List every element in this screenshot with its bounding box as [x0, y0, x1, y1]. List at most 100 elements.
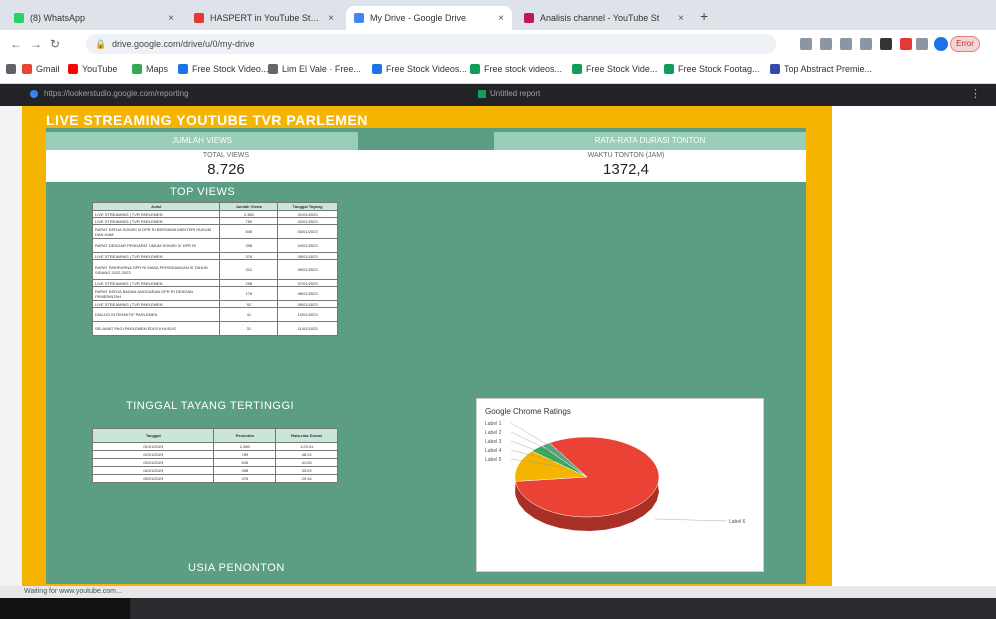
left-margin: [0, 106, 22, 586]
bookmark-favicon: [178, 64, 188, 74]
bookmark-item[interactable]: Free Stock Vide...: [572, 64, 657, 74]
bookmark-item[interactable]: YouTube: [68, 64, 117, 74]
kpi-watch-time-label: WAKTU TONTON (JAM): [587, 152, 665, 159]
duration-section-header: RATA-RATA DURASI TONTON: [494, 132, 806, 150]
table-cell: 08/01/2023: [277, 286, 338, 301]
back-icon[interactable]: ←: [10, 37, 22, 51]
forward-icon[interactable]: →: [30, 37, 42, 51]
bookmark-item[interactable]: Top Abstract Premie...: [770, 64, 872, 74]
close-tab-icon[interactable]: ×: [168, 13, 174, 24]
viewer-toolbar: https://lookerstudio.google.com/reportin…: [0, 84, 996, 106]
table-cell: LIVE STREAMING | TVR PARLEMEN: [91, 217, 221, 225]
table-cell: 31: [219, 321, 279, 336]
table-cell: LIVE STREAMING | TVR PARLEMEN: [91, 300, 221, 308]
table-cell: SELAMAT PAGI PARLEMEN EDISI KHUSUS: [91, 321, 221, 336]
bookmark-item[interactable]: Free Stock Video...: [178, 64, 268, 74]
dashboard-title: LIVE STREAMING YOUTUBE TVR PARLEMEN: [46, 112, 368, 128]
kpi-watch-time-value: 1372,4: [603, 161, 649, 178]
table-row: DIALOG INTERAKTIF PARLEMEN 41 10/01/2023: [91, 307, 338, 322]
table-cell: 376: [219, 252, 279, 260]
table-cell: LIVE STREAMING | TVR PARLEMEN: [91, 210, 221, 218]
table-cell: RAPAT KERJA KOMISI III DPR RI BERSAMA ME…: [91, 224, 221, 239]
bookmark-favicon: [572, 64, 582, 74]
kpi-total-views-value: 8.726: [207, 161, 245, 178]
table-cell: 41: [219, 307, 279, 322]
lock-icon: 🔒: [95, 39, 107, 49]
bookmark-item[interactable]: Lim El Vale · Free...: [268, 64, 361, 74]
close-tab-icon[interactable]: ×: [678, 13, 684, 24]
close-tab-icon[interactable]: ×: [328, 13, 334, 24]
browser-tab-google-drive[interactable]: My Drive - Google Drive ×: [346, 6, 512, 30]
table-cell: 10/01/2023: [277, 307, 338, 322]
table-cell: 01/01/2023: [91, 442, 215, 451]
address-bar[interactable]: 🔒 drive.google.com/drive/u/0/my-drive: [86, 34, 776, 54]
table-cell: 05/01/2023: [91, 474, 215, 483]
bookmark-item[interactable]: Free Stock Videos...: [372, 64, 467, 74]
viewer-doc-title[interactable]: Untitled report: [478, 89, 540, 98]
bookmarks-bar: Gmail YouTube Maps Free Stock Video... L…: [0, 58, 996, 84]
kpi-total-views-label: TOTAL VIEWS: [202, 152, 250, 159]
sheets-icon: [478, 89, 486, 98]
table-header: Judul: [91, 202, 221, 211]
table-cell: 06/01/2023: [277, 259, 338, 280]
bookmark-item[interactable]: Free stock videos...: [470, 64, 562, 74]
bookmark-favicon: [770, 64, 780, 74]
youtube-studio-icon: [524, 13, 534, 23]
table-cell: LIVE STREAMING | TVR PARLEMEN: [91, 279, 221, 287]
reload-icon[interactable]: ↻: [50, 37, 60, 51]
table-row: 02/01/2023 789 48:12: [91, 450, 338, 459]
table-row: LIVE STREAMING | TVR PARLEMEN 298 07/01/20…: [91, 279, 338, 287]
bookmark-favicon: [470, 64, 480, 74]
table-cell: 789: [213, 450, 277, 459]
bookmark-item[interactable]: Gmail: [22, 64, 60, 74]
browser-tab-channel-analytics[interactable]: Analisis channel - YouTube St ×: [516, 6, 692, 30]
more-options-icon[interactable]: ⋮: [970, 87, 981, 100]
youtube-icon: [68, 64, 78, 74]
pie-chart-card: Google Chrome Ratings Label 1 Label 2 Labe…: [476, 398, 764, 572]
bookmark-item[interactable]: Free Stock Footag...: [664, 64, 760, 74]
table-cell: RAPAT PARIPURNA DPR RI MASA PERSIDANGAN …: [91, 259, 221, 280]
table-cell: 11/01/2023: [277, 321, 338, 336]
record-icon[interactable]: [900, 38, 912, 50]
table-cell: 02/01/2023: [91, 450, 215, 459]
top-views-title: TOP VIEWS: [170, 186, 236, 198]
table-cell: 41:05: [275, 458, 338, 467]
bookmark-star-icon[interactable]: [860, 38, 872, 50]
table-header: Penonton: [213, 428, 277, 443]
bookmark-favicon: [372, 64, 382, 74]
table-cell: 01/01/2023: [277, 210, 338, 218]
profile-error-badge[interactable]: Error: [950, 36, 980, 52]
browser-tab-youtube-stats[interactable]: HASPERT in YouTube Stats ×: [186, 6, 342, 30]
table-cell: 398: [219, 238, 279, 253]
table-row: RAPAT KERJA BADAN ANGGARAN DPR RI DENGAN…: [91, 286, 338, 301]
table-cell: 04/01/2023: [277, 238, 338, 253]
close-tab-icon[interactable]: ×: [498, 13, 504, 24]
table-cell: 05/01/2023: [277, 252, 338, 260]
bookmark-favicon: [664, 64, 674, 74]
table-cell: 1:23:41: [275, 442, 338, 451]
table-header: Rata-rata Durasi: [275, 428, 338, 443]
table-cell: 29:16: [275, 474, 338, 483]
table-cell: 09/01/2023: [277, 300, 338, 308]
table-row: 05/01/2023 376 29:16: [91, 474, 338, 483]
extension-icon[interactable]: [800, 38, 812, 50]
extension-icon[interactable]: [820, 38, 832, 50]
right-blank-panel: [832, 106, 996, 586]
taskbar: [0, 598, 996, 619]
table-cell: 376: [213, 474, 277, 483]
profile-avatar[interactable]: [934, 37, 948, 51]
table-cell: 545: [213, 458, 277, 467]
table-row: LIVE STREAMING | TVR PARLEMEN 789 02/01/20…: [91, 217, 338, 225]
apps-icon[interactable]: [6, 64, 20, 74]
maps-icon: [132, 64, 142, 74]
side-panel-icon[interactable]: [916, 38, 928, 50]
bookmark-item[interactable]: Maps: [132, 64, 168, 74]
table-cell: 545: [219, 224, 279, 239]
browser-tab-whatsapp[interactable]: (8) WhatsApp ×: [6, 6, 182, 30]
age-section-title: USIA PENONTON: [188, 562, 285, 574]
pie-main-label: Label 6: [729, 519, 746, 525]
extension-icon[interactable]: [840, 38, 852, 50]
new-tab-button[interactable]: +: [700, 8, 708, 24]
extensions-puzzle-icon[interactable]: [880, 38, 892, 50]
table-row: RAPAT DENGAR PENDAPAT UMUM KOMISI IV DPR…: [91, 238, 338, 253]
